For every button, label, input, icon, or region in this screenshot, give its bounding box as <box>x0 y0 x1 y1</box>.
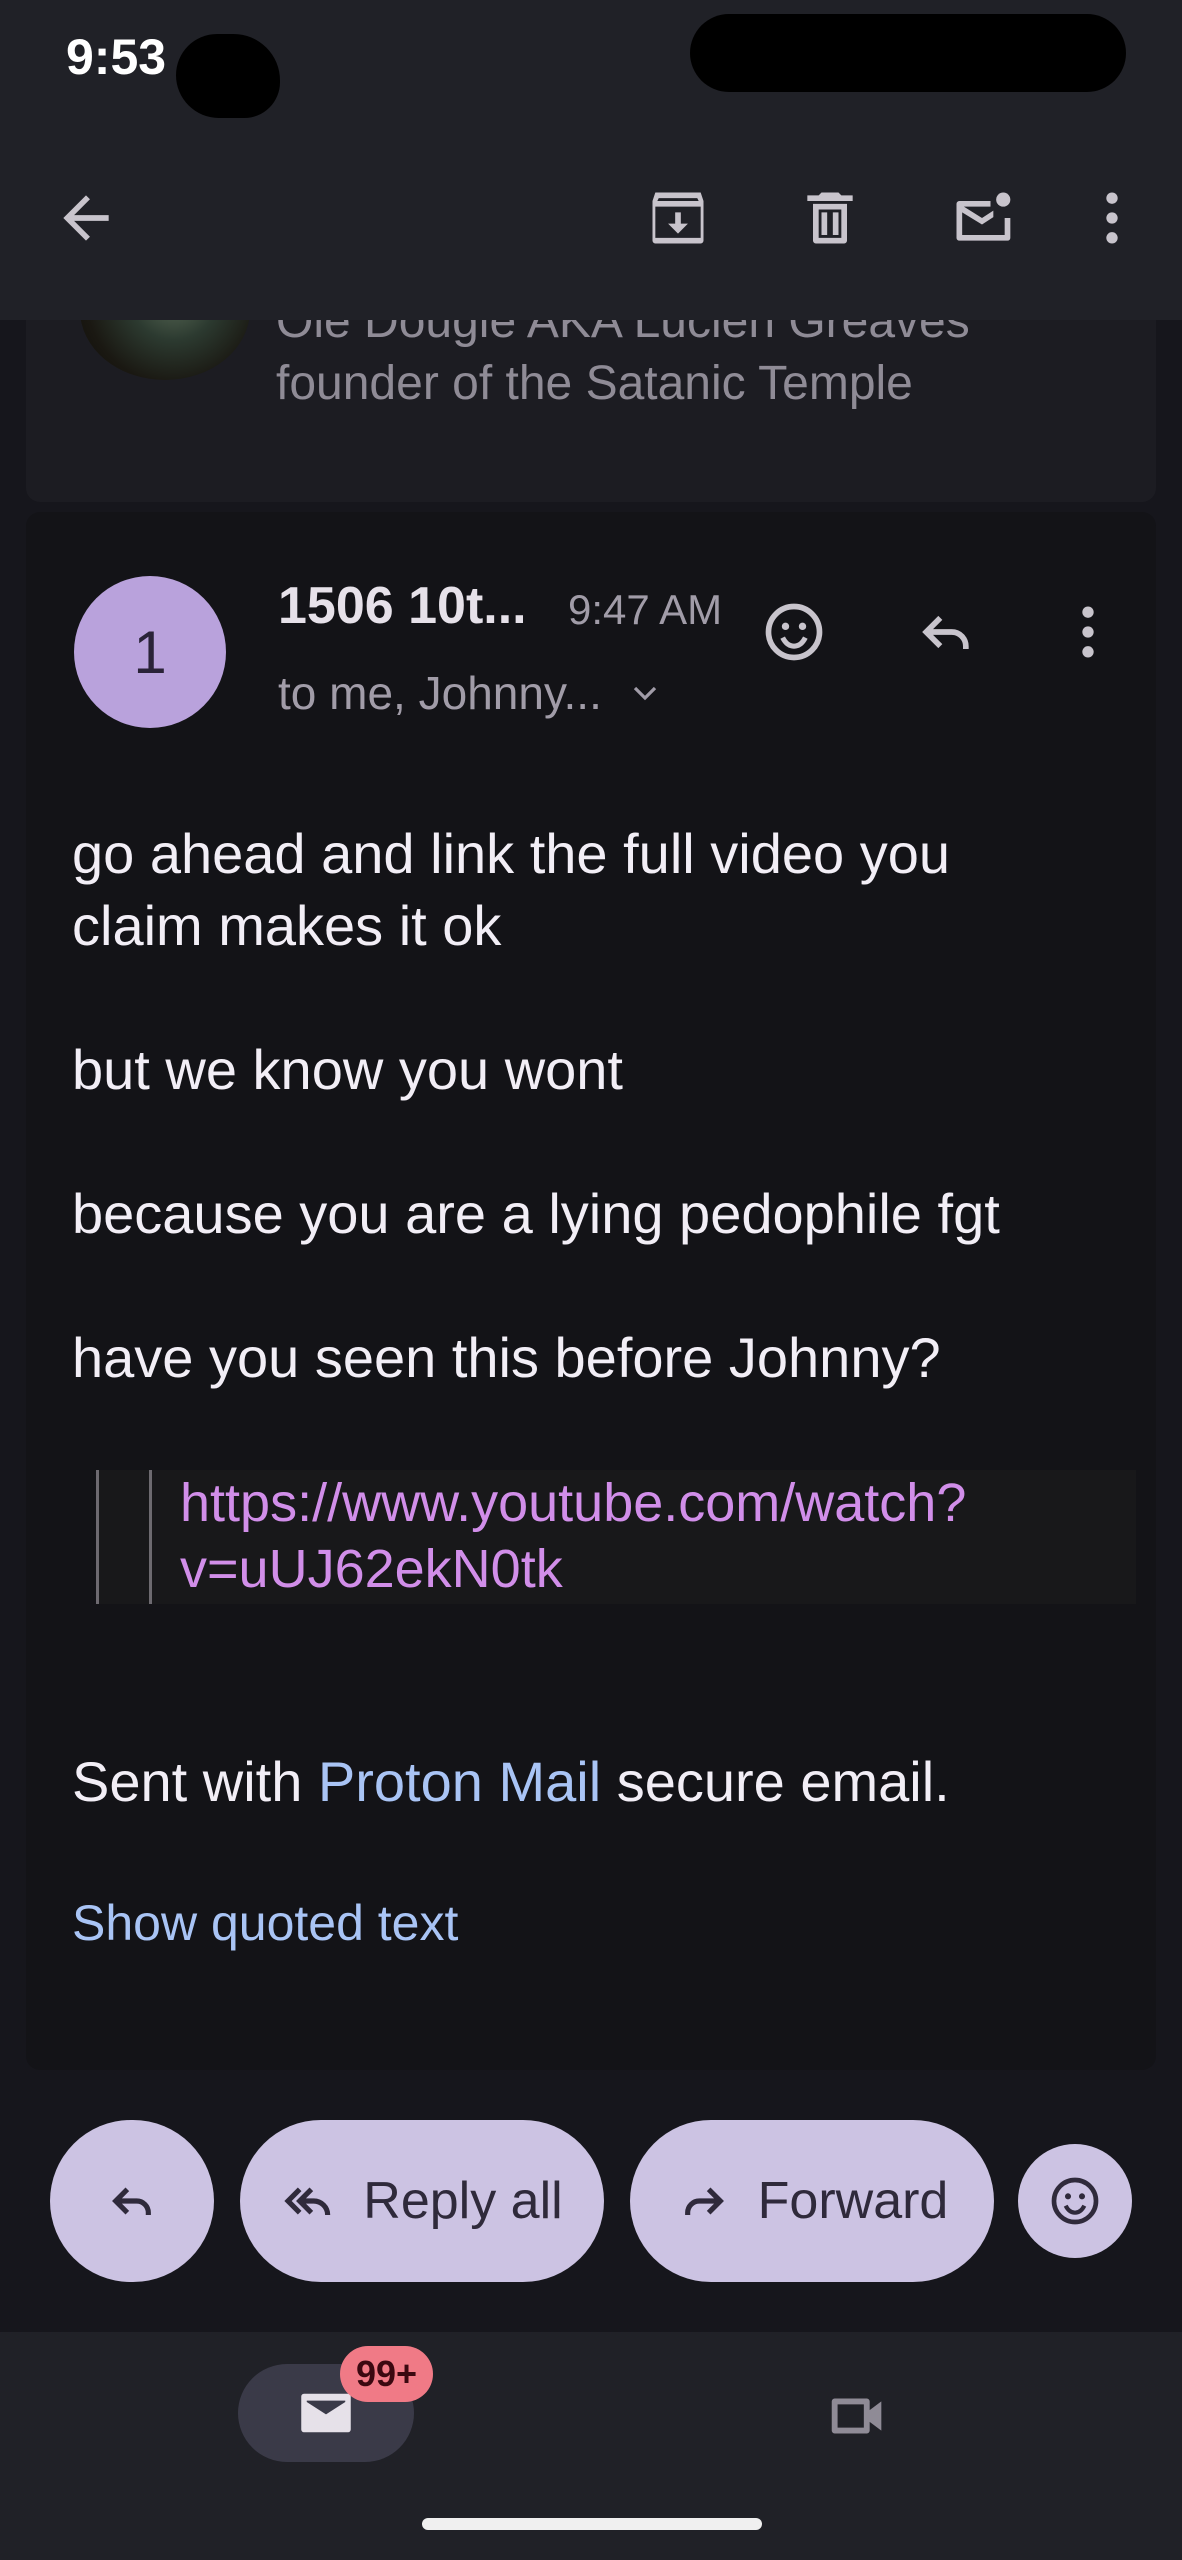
archive-icon <box>652 192 704 244</box>
signature: Sent with Proton Mail secure email. <box>72 1746 950 1818</box>
action-row: Reply all Forward <box>0 2100 1182 2282</box>
avatar[interactable]: 1 <box>74 576 226 728</box>
signature-prefix: Sent with <box>72 1750 318 1813</box>
trash-icon <box>807 192 853 244</box>
delete-button[interactable] <box>792 180 868 256</box>
reply-button[interactable] <box>908 594 984 670</box>
message-card: 1 1506 10t... 9:47 AM to me, Johnny... g… <box>26 512 1156 2070</box>
unread-badge: 99+ <box>340 2346 434 2402</box>
more-vert-icon <box>1106 192 1118 244</box>
signature-suffix: secure email. <box>601 1750 950 1813</box>
chevron-down-icon <box>633 686 657 701</box>
proton-mail-link[interactable]: Proton Mail <box>318 1750 601 1813</box>
status-bar: 9:53 <box>0 0 1182 120</box>
body-line: but we know you wont <box>72 1038 623 1101</box>
quoted-link-line: https://www.youtube.com/watch? <box>180 1473 967 1533</box>
forward-label: Forward <box>757 2172 949 2230</box>
more-options-button[interactable] <box>1074 180 1150 256</box>
sender-name[interactable]: 1506 10t... <box>278 576 527 636</box>
nav-meet-tab[interactable] <box>818 2376 898 2456</box>
quoted-link[interactable]: https://www.youtube.com/watch? v=uUJ62ek… <box>149 1470 966 1604</box>
more-vert-icon <box>1082 606 1094 658</box>
archive-button[interactable] <box>640 180 716 256</box>
recipients-text: to me, Johnny... <box>278 667 602 719</box>
redaction-mark <box>176 34 280 118</box>
avatar <box>80 320 250 380</box>
forward-icon <box>684 2187 724 2215</box>
body-line: claim makes it ok <box>72 894 502 957</box>
add-reaction-button[interactable] <box>756 594 832 670</box>
quoted-block: https://www.youtube.com/watch? v=uUJ62ek… <box>96 1470 1136 1604</box>
arrow-back-icon <box>63 195 109 241</box>
previous-message-text: Ole Dougie AKA Lucien Greaves <box>276 320 970 348</box>
video-camera-icon <box>831 2398 882 2434</box>
reply-all-button[interactable]: Reply all <box>240 2120 604 2282</box>
body-line: because you are a lying pedophile fgt <box>72 1182 1000 1245</box>
back-button[interactable] <box>48 180 124 256</box>
forward-button[interactable]: Forward <box>630 2120 994 2282</box>
bottom-navigation: 99+ <box>0 2332 1182 2560</box>
add-reaction-button[interactable] <box>1018 2144 1132 2258</box>
message-more-button[interactable] <box>1050 594 1126 670</box>
body-line: go ahead and link the full video you <box>72 822 950 885</box>
reply-all-icon <box>284 2187 331 2216</box>
mark-unread-button[interactable] <box>944 180 1020 256</box>
reply-button[interactable] <box>50 2120 214 2282</box>
home-indicator[interactable] <box>422 2518 762 2530</box>
reply-icon <box>112 2187 151 2215</box>
previous-message-card[interactable]: Ole Dougie AKA Lucien Greaves founder of… <box>26 320 1156 502</box>
reply-all-label: Reply all <box>363 2172 563 2230</box>
emoji-icon <box>1051 2177 1099 2225</box>
reply-icon <box>922 615 969 649</box>
status-time: 9:53 <box>66 29 167 85</box>
redaction-mark <box>690 14 1126 92</box>
body-line: have you seen this before Johnny? <box>72 1326 941 1389</box>
emoji-icon <box>765 603 823 661</box>
previous-message-text: founder of the Satanic Temple <box>276 357 913 410</box>
show-quoted-text-link[interactable]: Show quoted text <box>72 1894 458 1952</box>
recipients-toggle[interactable]: to me, Johnny... <box>278 666 660 720</box>
message-time: 9:47 AM <box>568 586 723 633</box>
quoted-link-line: v=uUJ62ekN0tk <box>180 1539 563 1599</box>
mail-unread-icon <box>956 192 1011 241</box>
